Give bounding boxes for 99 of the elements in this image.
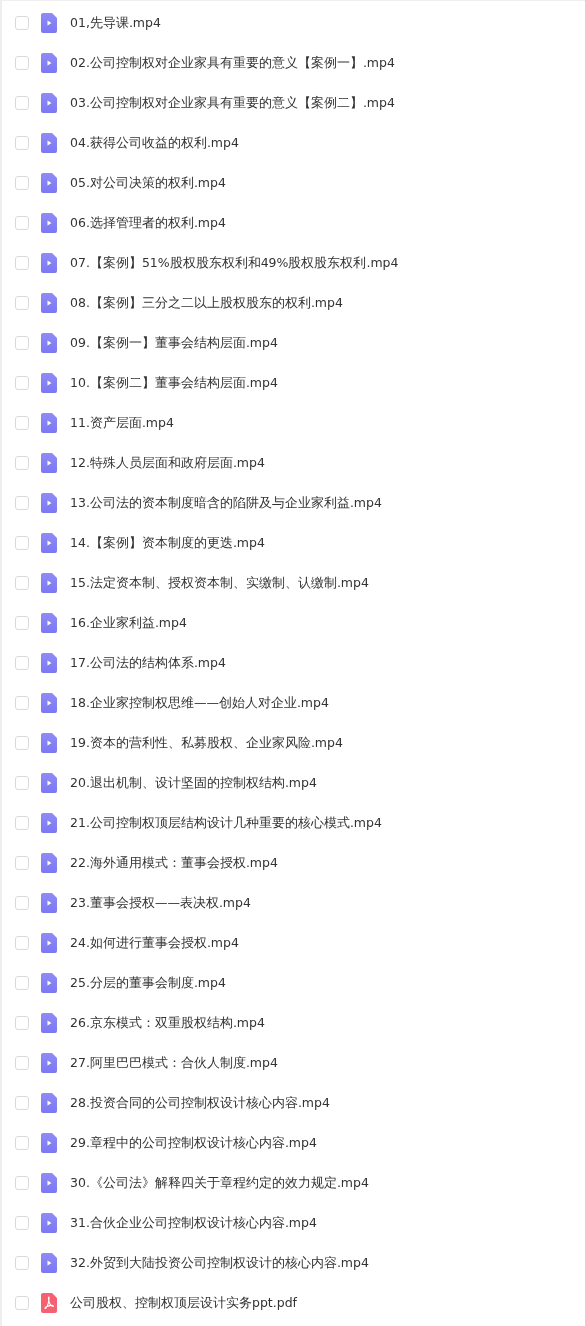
checkbox[interactable] [15,696,29,710]
checkbox[interactable] [15,496,29,510]
file-name[interactable]: 26.京东模式：双重股权结构.mp4 [70,1013,265,1033]
file-name[interactable]: 10.【案例二】董事会结构层面.mp4 [70,373,278,393]
file-name[interactable]: 12.特殊人员层面和政府层面.mp4 [70,453,265,473]
checkbox[interactable] [15,1016,29,1030]
checkbox[interactable] [15,176,29,190]
video-file-icon [41,1213,57,1233]
video-file-icon [41,893,57,913]
checkbox[interactable] [15,456,29,470]
checkbox[interactable] [15,576,29,590]
video-file-icon [41,253,57,273]
video-file-icon [41,333,57,353]
video-file-icon [41,973,57,993]
checkbox[interactable] [15,1216,29,1230]
video-file-icon [41,573,57,593]
file-name[interactable]: 13.公司法的资本制度暗含的陷阱及与企业家利益.mp4 [70,493,382,513]
checkbox[interactable] [15,96,29,110]
checkbox[interactable] [15,16,29,30]
file-name[interactable]: 24.如何进行董事会授权.mp4 [70,933,239,953]
checkbox[interactable] [15,1096,29,1110]
video-file-icon [41,1173,57,1193]
file-name[interactable]: 14.【案例】资本制度的更迭.mp4 [70,533,265,553]
video-file-icon [41,13,57,33]
file-name[interactable]: 22.海外通用模式：董事会授权.mp4 [70,853,278,873]
file-name[interactable]: 15.法定资本制、授权资本制、实缴制、认缴制.mp4 [70,573,369,593]
pdf-file-icon [41,1293,57,1313]
checkbox[interactable] [15,856,29,870]
file-name[interactable]: 18.企业家控制权思维——创始人对企业.mp4 [70,693,329,713]
file-name[interactable]: 25.分层的董事会制度.mp4 [70,973,226,993]
video-file-icon [41,213,57,233]
video-file-icon [41,1253,57,1273]
video-file-icon [41,1133,57,1153]
file-name[interactable]: 23.董事会授权——表决权.mp4 [70,893,251,913]
file-name[interactable]: 11.资产层面.mp4 [70,413,174,433]
file-name[interactable]: 06.选择管理者的权利.mp4 [70,213,226,233]
file-name[interactable]: 20.退出机制、设计坚固的控制权结构.mp4 [70,773,317,793]
video-file-icon [41,173,57,193]
video-file-icon [41,1053,57,1073]
checkbox[interactable] [15,296,29,310]
video-file-icon [41,53,57,73]
checkbox[interactable] [15,416,29,430]
video-file-icon [41,293,57,313]
video-file-icon [41,733,57,753]
checkbox[interactable] [15,1256,29,1270]
checkbox[interactable] [15,736,29,750]
file-name[interactable]: 07.【案例】51%股权股东权利和49%股权股东权利.mp4 [70,253,399,273]
file-name[interactable]: 02.公司控制权对企业家具有重要的意义【案例一】.mp4 [70,53,395,73]
checkbox[interactable] [15,136,29,150]
video-file-icon [41,1093,57,1113]
file-name[interactable]: 公司股权、控制权顶层设计实务ppt.pdf [70,1293,297,1313]
video-file-icon [41,613,57,633]
file-name[interactable]: 01,先导课.mp4 [70,13,161,33]
checkbox[interactable] [15,616,29,630]
checkbox[interactable] [15,776,29,790]
video-file-icon [41,653,57,673]
file-name[interactable]: 03.公司控制权对企业家具有重要的意义【案例二】.mp4 [70,93,395,113]
video-file-icon [41,413,57,433]
video-file-icon [41,853,57,873]
file-name[interactable]: 19.资本的营利性、私募股权、企业家风险.mp4 [70,733,343,753]
checkbox[interactable] [15,936,29,950]
checkbox[interactable] [15,536,29,550]
checkbox[interactable] [15,896,29,910]
video-file-icon [41,133,57,153]
checkbox[interactable] [15,336,29,350]
file-name[interactable]: 28.投资合同的公司控制权设计核心内容.mp4 [70,1093,330,1113]
checkbox[interactable] [15,1296,29,1310]
file-name[interactable]: 27.阿里巴巴模式：合伙人制度.mp4 [70,1053,278,1073]
file-name[interactable]: 32.外贸到大陆投资公司控制权设计的核心内容.mp4 [70,1253,369,1273]
file-name[interactable]: 30.《公司法》解释四关于章程约定的效力规定.mp4 [70,1173,369,1193]
file-name[interactable]: 04.获得公司收益的权利.mp4 [70,133,239,153]
file-name[interactable]: 09.【案例一】董事会结构层面.mp4 [70,333,278,353]
checkbox[interactable] [15,1176,29,1190]
video-file-icon [41,93,57,113]
video-file-icon [41,493,57,513]
video-file-icon [41,693,57,713]
video-file-icon [41,1013,57,1033]
checkbox[interactable] [15,1136,29,1150]
file-name[interactable]: 17.公司法的结构体系.mp4 [70,653,226,673]
video-file-icon [41,453,57,473]
checkbox[interactable] [15,656,29,670]
checkbox[interactable] [15,376,29,390]
video-file-icon [41,813,57,833]
checkbox[interactable] [15,976,29,990]
video-file-icon [41,373,57,393]
video-file-icon [41,933,57,953]
file-name[interactable]: 21.公司控制权顶层结构设计几种重要的核心模式.mp4 [70,813,382,833]
file-name[interactable]: 31.合伙企业公司控制权设计核心内容.mp4 [70,1213,317,1233]
checkbox[interactable] [15,256,29,270]
file-name[interactable]: 08.【案例】三分之二以上股权股东的权利.mp4 [70,293,343,313]
checkbox[interactable] [15,216,29,230]
file-name[interactable]: 16.企业家利益.mp4 [70,613,187,633]
file-name[interactable]: 05.对公司决策的权利.mp4 [70,173,226,193]
video-file-icon [41,773,57,793]
file-name[interactable]: 29.章程中的公司控制权设计核心内容.mp4 [70,1133,317,1153]
checkbox[interactable] [15,816,29,830]
video-file-icon [41,533,57,553]
checkbox[interactable] [15,1056,29,1070]
checkbox[interactable] [15,56,29,70]
